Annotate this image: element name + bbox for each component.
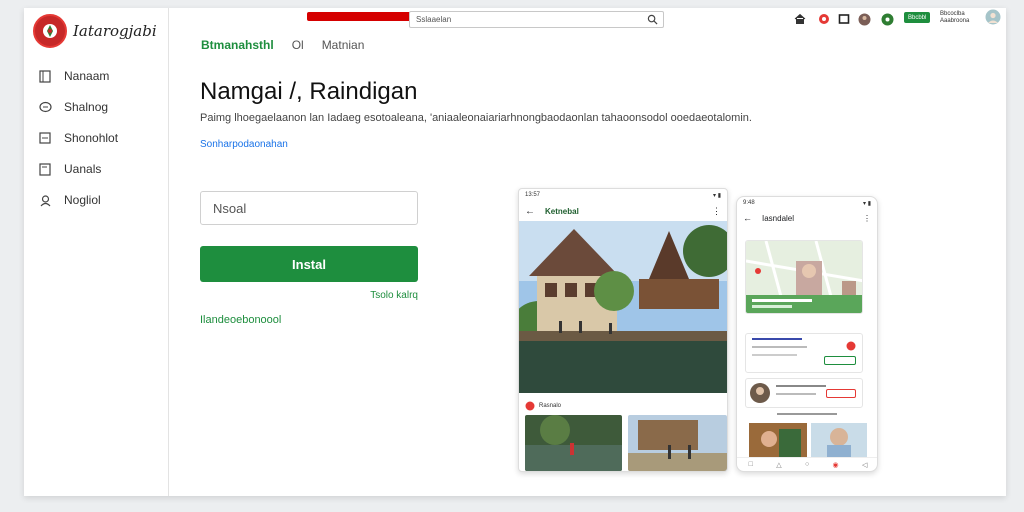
logo[interactable]: Iatarogjabi (33, 14, 157, 48)
more-vert-icon[interactable]: ⋮ (712, 206, 721, 217)
account-avatar[interactable] (985, 9, 1001, 25)
install-button[interactable]: Instal (200, 246, 418, 282)
page-subtitle: Paimg lhoegaelaanon lan Iadaeg esotoalea… (200, 112, 752, 124)
user-icon (38, 193, 52, 207)
phone-app-title: Ketnebal (545, 206, 579, 216)
back-arrow-icon[interactable]: ← (525, 206, 535, 217)
phone-status-bar: 13:57 ▾ ▮ (519, 189, 727, 202)
signal-icon: ▾ ▮ (863, 201, 871, 207)
sidebar-item-label: Nanaam (64, 69, 110, 83)
name-input[interactable] (200, 191, 418, 225)
badge-label: Bbcbbl (908, 14, 927, 21)
sidebar-item-label: Nogliol (64, 193, 101, 207)
phone-status-bar: 9:48 ▾ ▮ (737, 197, 877, 210)
tab-matnian[interactable]: Matnian (322, 38, 365, 52)
phone-app-bar: ← Ketnebal ⋮ (519, 202, 727, 220)
avatar (750, 383, 770, 403)
sidebar: Iatarogjabi Nanaam Shalnog Shonohlot Uan… (24, 8, 169, 496)
phone-preview-1: 13:57 ▾ ▮ ← Ketnebal ⋮ Rasnalo (518, 188, 728, 472)
map-image (746, 241, 862, 313)
bottom-link[interactable]: Ilandeoebonoool (200, 314, 281, 326)
account-label: Bbcoclba Aaabroona (940, 11, 970, 24)
home-icon[interactable] (794, 12, 806, 26)
info-card[interactable] (745, 333, 863, 373)
phone-app-title: Iasndalel (762, 213, 795, 223)
follow-button[interactable] (826, 389, 856, 398)
alert-icon (846, 338, 856, 356)
thumbnail-2[interactable] (628, 415, 727, 471)
phone-section-header: Rasnalo (525, 401, 561, 411)
card-action-button[interactable] (824, 356, 856, 365)
bottom-nav: □ △ ○ ◉ ◁ (737, 457, 877, 471)
section-badge-icon (525, 401, 535, 411)
search-value: Sslaaelan (416, 15, 452, 24)
more-vert-icon[interactable]: ⋮ (863, 214, 871, 223)
phone-time: 13:57 (525, 192, 541, 198)
sidebar-item-uanals[interactable]: Uanals (38, 159, 101, 179)
tab-ol[interactable]: Ol (292, 38, 304, 52)
nav-home-icon[interactable]: □ (749, 461, 753, 468)
sidebar-item-shonohlot[interactable]: Shonohlot (38, 128, 118, 148)
document-icon (38, 69, 52, 83)
sidebar-item-label: Uanals (64, 162, 102, 176)
phone-app-bar: ← Iasndalel ⋮ (737, 210, 877, 226)
sidebar-item-nogliol[interactable]: Nogliol (38, 190, 101, 210)
status-badge[interactable]: Bbcbbl (904, 12, 931, 23)
chat-icon (38, 100, 52, 114)
top-accent-bar (307, 12, 410, 21)
app-window: Iatarogjabi Nanaam Shalnog Shonohlot Uan… (24, 8, 1006, 496)
account-text[interactable]: Bbcoclba Aaabroona (940, 10, 982, 26)
message-icon[interactable] (838, 12, 850, 26)
hero-image (519, 221, 727, 393)
settings-icon[interactable] (881, 12, 894, 26)
nav-circle-icon[interactable]: ○ (805, 461, 809, 468)
logo-emblem-icon (33, 14, 67, 48)
nav-pin-icon[interactable]: ◉ (833, 461, 839, 469)
sidebar-item-label: Shalnog (64, 100, 109, 114)
search-input[interactable]: Sslaaelan (409, 11, 664, 28)
section-label: Rasnalo (539, 403, 562, 409)
map-card[interactable] (745, 240, 863, 314)
photo-thumb-2[interactable] (811, 423, 867, 457)
sidebar-item-label: Shonohlot (64, 131, 119, 145)
nav-back-icon[interactable]: ◁ (862, 461, 867, 469)
phone-preview-2: 9:48 ▾ ▮ ← Iasndalel ⋮ □ △ ○ ◉ ◁ (736, 196, 878, 472)
nav-list-icon[interactable]: △ (776, 461, 781, 469)
profile-avatar-icon[interactable] (858, 12, 871, 26)
photo-thumb-1[interactable] (749, 423, 807, 457)
page-title: Namgai /, Raindigan (200, 78, 418, 105)
list-icon (38, 131, 52, 145)
phone-time: 9:48 (743, 200, 755, 206)
search-icon[interactable] (647, 14, 658, 25)
notification-icon[interactable] (818, 12, 830, 26)
profile-card[interactable] (745, 378, 863, 408)
tab-bar: Btmanahsthl Ol Matnian (201, 38, 364, 52)
page-icon (38, 162, 52, 176)
thumbnail-1[interactable] (525, 415, 622, 471)
sidebar-item-shalnog[interactable]: Shalnog (38, 97, 108, 117)
back-arrow-icon[interactable]: ← (743, 213, 752, 223)
signal-icon: ▾ ▮ (713, 193, 721, 199)
top-link[interactable]: Sonharpodaonahan (200, 139, 288, 150)
secondary-link[interactable]: Tsolo kalrq (370, 290, 418, 301)
sidebar-item-nanaam[interactable]: Nanaam (38, 66, 109, 86)
logo-text: Iatarogjabi (73, 22, 157, 40)
tab-btmanahsthl[interactable]: Btmanahsthl (201, 38, 274, 52)
